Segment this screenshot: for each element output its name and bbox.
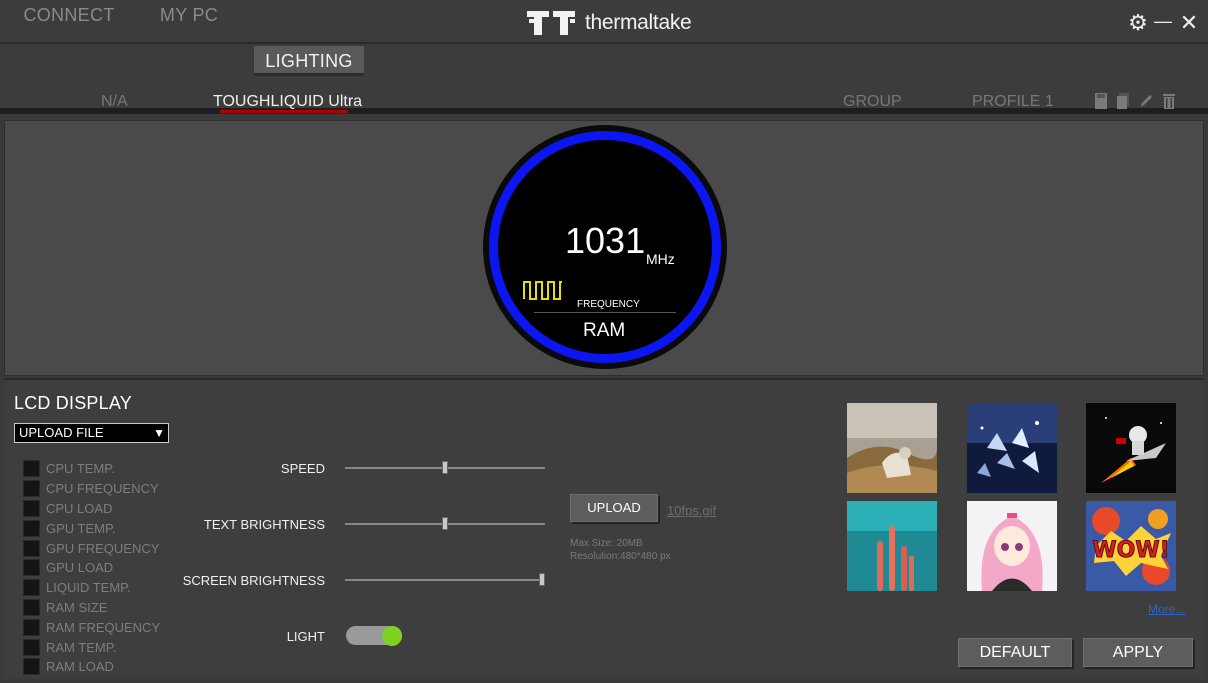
- uploaded-file-link[interactable]: 10fps.gif: [667, 503, 716, 518]
- text-brightness-label: TEXT BRIGHTNESS: [203, 517, 325, 532]
- profile-selector[interactable]: PROFILE 1: [972, 93, 1054, 111]
- light-label: LIGHT: [286, 629, 325, 644]
- main-nav: [0, 46, 1208, 76]
- chevron-down-icon: ▼: [153, 426, 165, 440]
- sensor-label: GPU FREQUENCY: [46, 540, 160, 556]
- section-title: LCD DISPLAY: [14, 393, 132, 413]
- frequency-wave-icon: [523, 281, 562, 300]
- lcd-divider: [534, 312, 676, 313]
- sensor-label: LIQUID TEMP.: [46, 579, 131, 595]
- screen-brightness-slider[interactable]: [345, 573, 545, 586]
- device-toughliquid-ultra[interactable]: TOUGHLIQUID Ultra: [213, 93, 362, 111]
- light-toggle[interactable]: [346, 625, 402, 646]
- screen-brightness-slider-handle[interactable]: [539, 573, 545, 586]
- sensor-ram-temp[interactable]: RAM TEMP.: [23, 638, 116, 656]
- speed-slider[interactable]: [345, 461, 545, 474]
- gear-icon[interactable]: ⚙: [1127, 10, 1149, 35]
- sensor-label: GPU LOAD: [46, 559, 114, 575]
- default-button[interactable]: DEFAULT: [958, 638, 1072, 667]
- tab-lighting[interactable]: LIGHTING: [254, 46, 364, 76]
- checkbox[interactable]: [23, 558, 40, 576]
- sensor-ram-load[interactable]: RAM LOAD: [23, 657, 114, 675]
- speed-slider-handle[interactable]: [442, 461, 448, 474]
- speed-label: SPEED: [280, 461, 325, 476]
- screen-brightness-label: SCREEN BRIGHTNESS: [182, 573, 325, 588]
- checkbox[interactable]: [23, 598, 40, 616]
- sensor-gpu-temp[interactable]: GPU TEMP.: [23, 519, 116, 537]
- lcd-value: 1031: [565, 220, 646, 261]
- device-na[interactable]: N/A: [101, 93, 128, 111]
- sensor-cpu-frequency[interactable]: CPU FREQUENCY: [23, 479, 159, 497]
- copy-icon[interactable]: [1115, 92, 1131, 110]
- more-link[interactable]: More...: [1148, 602, 1185, 616]
- sensor-label: CPU LOAD: [46, 500, 113, 516]
- sensor-label: RAM SIZE: [46, 599, 108, 615]
- sensor-liquid-temp[interactable]: LIQUID TEMP.: [23, 578, 131, 596]
- lcd-device-label: RAM: [583, 320, 626, 341]
- sensor-label: RAM TEMP.: [46, 639, 117, 655]
- edit-icon[interactable]: [1138, 92, 1154, 110]
- brand-name: thermaltake: [585, 11, 692, 34]
- checkbox[interactable]: [23, 578, 40, 596]
- sensor-gpu-frequency[interactable]: GPU FREQUENCY: [23, 539, 159, 557]
- tab-connect[interactable]: CONNECT: [14, 0, 124, 30]
- lcd-screen: 1031 MHz FREQUENCY RAM: [483, 125, 727, 369]
- group-button[interactable]: GROUP: [843, 93, 902, 111]
- checkbox[interactable]: [23, 539, 40, 557]
- display-mode-value: UPLOAD FILE: [19, 425, 104, 440]
- checkbox[interactable]: [23, 638, 40, 656]
- sensor-ram-size[interactable]: RAM SIZE: [23, 598, 107, 616]
- lcd-unit: MHz: [646, 251, 675, 267]
- upload-button[interactable]: UPLOAD: [570, 494, 658, 522]
- sensor-label: GPU TEMP.: [46, 520, 116, 536]
- save-icon[interactable]: [1093, 92, 1109, 110]
- sensor-label: RAM LOAD: [46, 658, 114, 674]
- ice-crystals-image[interactable]: [967, 403, 1057, 493]
- display-mode-select[interactable]: UPLOAD FILE ▼: [14, 423, 169, 443]
- resolution-hint: Resolution:480*480 px: [570, 551, 671, 562]
- checkbox[interactable]: [23, 479, 40, 497]
- coral-image[interactable]: [847, 501, 937, 591]
- anime-girl-image[interactable]: [967, 501, 1057, 591]
- sensor-label: CPU FREQUENCY: [46, 480, 159, 496]
- svg-text:WOW!: WOW!: [1092, 538, 1169, 563]
- sensor-cpu-temp[interactable]: CPU TEMP.: [23, 459, 115, 477]
- active-device-underline: [220, 110, 348, 113]
- lcd-metric-label: FREQUENCY: [577, 299, 640, 310]
- sensor-cpu-load[interactable]: CPU LOAD: [23, 499, 112, 517]
- text-brightness-slider[interactable]: [345, 517, 545, 530]
- close-icon[interactable]: ✕: [1178, 10, 1200, 35]
- checkbox[interactable]: [23, 657, 40, 675]
- tab-my-pc[interactable]: MY PC: [144, 0, 234, 30]
- text-brightness-slider-handle[interactable]: [442, 517, 448, 530]
- tt-logo-icon: [527, 11, 575, 35]
- app-logo: thermaltake: [527, 11, 692, 35]
- wow-comic-image[interactable]: WOW!: [1086, 501, 1176, 591]
- minimize-icon[interactable]: —: [1152, 10, 1174, 32]
- checkbox[interactable]: [23, 618, 40, 636]
- sensor-label: CPU TEMP.: [46, 460, 115, 476]
- checkbox[interactable]: [23, 519, 40, 537]
- apply-button[interactable]: APPLY: [1083, 638, 1193, 667]
- checkbox[interactable]: [23, 459, 40, 477]
- checkbox[interactable]: [23, 499, 40, 517]
- light-toggle-knob[interactable]: [382, 625, 402, 646]
- lcd-preview-area: 1031 MHz FREQUENCY RAM: [4, 120, 1204, 376]
- sensor-gpu-load[interactable]: GPU LOAD: [23, 558, 113, 576]
- delete-icon[interactable]: [1161, 92, 1177, 110]
- astronaut-rocket-image[interactable]: [1086, 403, 1176, 493]
- max-size-hint: Max Size: 20MB: [570, 538, 643, 549]
- desert-dog-image[interactable]: [847, 403, 937, 493]
